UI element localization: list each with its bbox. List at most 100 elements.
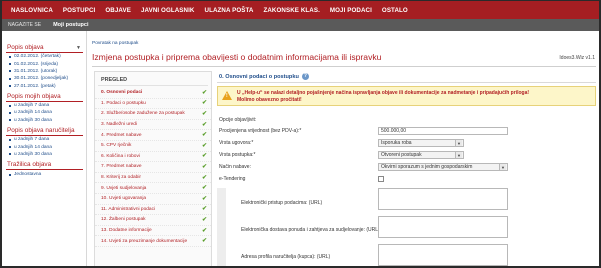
sidebar: Popis objava ▼ 02.02.2012. (četvrtak) 01… — [6, 41, 83, 266]
sidebar-item-period[interactable]: u zadnjih 14 dana — [6, 109, 83, 116]
nacin-nabave-value: Okvirni sporazum s jednim gospodarskim — [381, 164, 473, 170]
wizard-step[interactable]: 7. Predmet nabave ✔ — [95, 162, 211, 173]
url3-label: Adresa profila naručitelja (kupca): (URL… — [241, 254, 331, 260]
bullet-icon — [9, 63, 11, 66]
sidebar-item-period[interactable]: u zadnjih 7 dana — [6, 102, 83, 109]
vrsta-ugovora-value: Isporuka roba — [381, 140, 412, 146]
subnav-nagazite[interactable]: NAGAZITE SE — [8, 22, 41, 28]
help-icon[interactable]: ? — [301, 73, 309, 80]
chevron-down-icon[interactable]: ▼ — [76, 45, 83, 51]
url1-label: Elektronički pristup podacima: (URL) — [241, 200, 323, 206]
sidebar-item-date[interactable]: 02.02.2012. (četvrtak) — [6, 53, 83, 60]
warning-banner: ! U „Help-u“ se nalazi detaljno pojašnje… — [217, 86, 596, 106]
section-title-text: 0. Osnovni podaci o postupku — [219, 73, 299, 80]
title-divider — [92, 66, 596, 67]
chevron-down-icon: ▼ — [455, 140, 462, 146]
nav-ostalo[interactable]: OSTALO — [377, 7, 413, 14]
bullet-icon — [9, 55, 11, 58]
step-label: 8. Kriterij za odabir — [101, 175, 141, 181]
nav-javni-oglasnik[interactable]: JAVNI OGLASNIK — [136, 7, 200, 14]
nav-ulazna-posta[interactable]: ULAZNA POŠTA — [200, 7, 259, 14]
vrsta-ugovora-select[interactable]: Isporuka roba ▼ — [378, 139, 464, 147]
vrsta-postupka-label: Vrsta postupka:* — [219, 152, 256, 158]
version-label: Idoes3.Wiz v1.1 — [559, 55, 595, 61]
checkmark-icon: ✔ — [201, 216, 207, 223]
sidebar-heading-objave-narucitelja[interactable]: Popis objava naručitelja — [6, 126, 83, 136]
sidebar-item-label: 31.01.2012. (utorak) — [14, 68, 58, 74]
sidebar-item-date[interactable]: 31.01.2012. (utorak) — [6, 68, 83, 75]
vrsta-postupka-select[interactable]: Otvoreni postupak ▼ — [378, 151, 464, 159]
section-title: 0. Osnovni podaci o postupku ? — [217, 71, 596, 83]
step-label: 12. Žalbeni postupak — [101, 217, 146, 223]
sidebar-heading-popis-objava[interactable]: Popis objava ▼ — [6, 43, 83, 53]
step-label: 10. Uvjeti ugovaranja — [101, 196, 147, 202]
procijenjena-label: Procijenjena vrijednost (bez PDV-a):* — [219, 128, 302, 134]
sidebar-item-label: Jednostavna — [14, 172, 42, 178]
sidebar-item-label: u zadnjih 14 dana — [14, 110, 52, 116]
nav-objave[interactable]: OBJAVE — [100, 7, 136, 14]
nav-zakonske-klas[interactable]: ZAKONSKE KLAS. — [258, 7, 324, 14]
checkmark-icon: ✔ — [201, 89, 207, 96]
sidebar-item-period[interactable]: u zadnjih 30 dana — [6, 117, 83, 124]
vrsta-postupka-value: Otvoreni postupak — [381, 152, 422, 158]
wizard-step[interactable]: 10. Uvjeti ugovaranja ✔ — [95, 194, 211, 205]
sidebar-item-label: u zadnjih 7 dana — [14, 103, 50, 109]
subnav-moji-postupci[interactable]: Moji postupci — [53, 22, 88, 28]
wizard-step[interactable]: 12. Žalbeni postupak ✔ — [95, 215, 211, 226]
wizard-step[interactable]: 8. Kriterij za odabir ✔ — [95, 173, 211, 184]
step-label: 0. Osnovni podaci — [101, 90, 143, 96]
url2-textarea[interactable] — [378, 216, 508, 238]
wizard-step[interactable]: 11. Administrativni podaci ✔ — [95, 205, 211, 216]
checkmark-icon: ✔ — [201, 174, 207, 181]
wizard-step[interactable]: 14. Uvjeti za preuzimanje dokumentacije ✔ — [95, 236, 211, 247]
step-label: 6. Količina i robovi — [101, 153, 140, 159]
bullet-icon — [9, 111, 11, 114]
checkmark-icon: ✔ — [201, 121, 207, 128]
wizard-step[interactable]: 3. Nadležni uredi ✔ — [95, 120, 211, 131]
wizard-step[interactable]: 9. Uvjeti sudjelovanja ✔ — [95, 183, 211, 194]
procijenjena-vrijednost-input[interactable]: 500.000,00 — [378, 127, 508, 135]
nav-naslovnica[interactable]: NASLOVNICA — [6, 7, 58, 14]
url1-textarea[interactable] — [378, 188, 508, 210]
sidebar-item-label: 02.02.2012. (četvrtak) — [14, 54, 61, 60]
etendering-checkbox[interactable] — [378, 176, 384, 182]
wizard-step[interactable]: 1. Podaci o postupku ✔ — [95, 99, 211, 110]
sidebar-heading-label: Popis mojih objava — [7, 92, 61, 100]
wizard-step[interactable]: 13. Dodatne informacije ✔ — [95, 226, 211, 237]
nav-postupci[interactable]: POSTUPCI — [58, 7, 100, 14]
sidebar-heading-label: Popis objava — [7, 44, 44, 51]
bullet-icon — [9, 119, 11, 122]
sidebar-item-period[interactable]: u zadnjih 30 dana — [6, 151, 83, 158]
sidebar-item-label: 01.02.2012. (srijeda) — [14, 61, 58, 67]
sidebar-heading-trazilica[interactable]: Tražilica objava — [6, 160, 83, 171]
wizard-steps-panel: PREGLED 0. Osnovni podaci ✔ 1. Podaci o p… — [94, 71, 212, 266]
bullet-icon — [9, 138, 11, 141]
url3-textarea[interactable] — [378, 244, 508, 266]
wizard-step[interactable]: 6. Količina i robovi ✔ — [95, 152, 211, 163]
checkmark-icon: ✔ — [201, 132, 207, 139]
sidebar-item-date[interactable]: 01.02.2012. (srijeda) — [6, 60, 83, 67]
sidebar-item-period[interactable]: u zadnjih 14 dana — [6, 143, 83, 150]
warning-icon: ! — [222, 91, 232, 100]
sidebar-item-date[interactable]: 30.01.2012. (ponedjeljak) — [6, 75, 83, 82]
checkmark-icon: ✔ — [201, 110, 207, 117]
top-navigation: NASLOVNICA POSTUPCI OBJAVE JAVNI OGLASNI… — [2, 1, 599, 19]
sidebar-item-period[interactable]: u zadnjih 7 dana — [6, 136, 83, 143]
indent-spacer — [217, 188, 226, 266]
sidebar-item-date[interactable]: 27.01.2012. (petak) — [6, 83, 83, 90]
wizard-step[interactable]: 4. Predmet nabave ✔ — [95, 130, 211, 141]
app-window: NASLOVNICA POSTUPCI OBJAVE JAVNI OGLASNI… — [0, 0, 601, 268]
bullet-icon — [9, 173, 11, 176]
sidebar-item-jednostavna[interactable]: Jednostavna — [6, 171, 83, 178]
wizard-step[interactable]: 5. CPV rječnik ✔ — [95, 141, 211, 152]
wizard-step[interactable]: 0. Osnovni podaci ✔ — [95, 88, 211, 99]
warning-text: U „Help-u“ se nalazi detaljno pojašnjenj… — [237, 90, 529, 103]
nacin-nabave-select[interactable]: Okvirni sporazum s jednim gospodarskim ▼ — [378, 163, 508, 171]
sidebar-item-label: u zadnjih 7 dana — [14, 137, 50, 143]
sidebar-heading-moje-objave[interactable]: Popis mojih objava — [6, 92, 83, 102]
breadcrumb-back-link[interactable]: Povratak na postupak — [92, 41, 138, 46]
wizard-step[interactable]: 2. Službe/osobe zadužene za postupak ✔ — [95, 109, 211, 120]
nav-moji-podaci[interactable]: MOJI PODACI — [325, 7, 377, 14]
checkmark-icon: ✔ — [201, 195, 207, 202]
sidebar-item-label: 27.01.2012. (petak) — [14, 83, 56, 89]
